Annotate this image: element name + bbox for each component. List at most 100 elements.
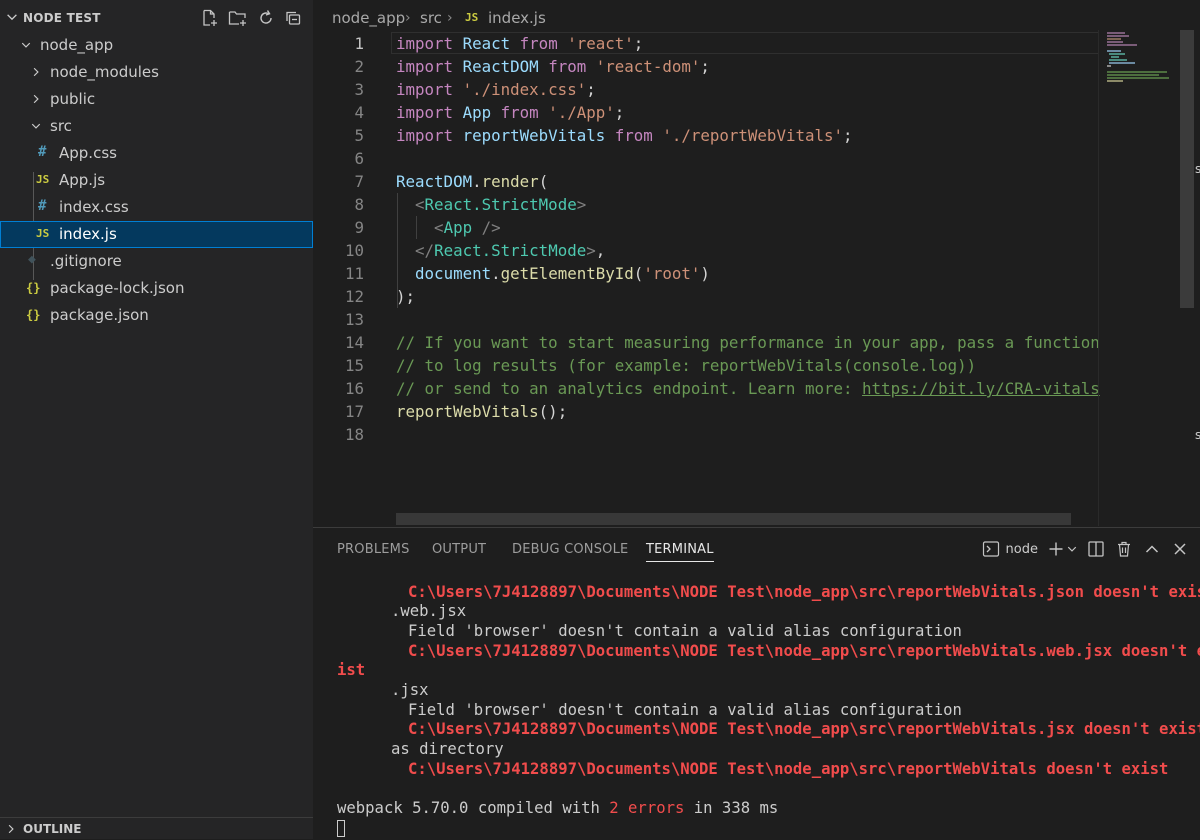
tree-file-app-js[interactable]: JS App.js [0,167,313,194]
minimap-line [1107,80,1123,82]
code-token: reportWebVitals [396,402,539,421]
line-number: 5 [354,126,364,145]
line-number: 4 [354,103,364,122]
code-token: /> [481,218,501,237]
code-line[interactable]: 13 [313,308,1103,331]
tab-output[interactable]: OUTPUT [432,542,486,557]
chevron-down-icon [31,123,41,129]
terminal-selector[interactable]: node [982,540,1038,558]
code-line[interactable]: 17 reportWebVitals(); [313,400,1103,423]
code-line[interactable]: 11 document.getElementById('root') [313,262,1103,285]
js-file-icon: JS [465,11,479,24]
tree-folder-public[interactable]: public [0,86,313,113]
tree-file-app-css[interactable]: # App.css [0,140,313,167]
code-token: > [586,241,596,260]
code-text: import App from './App'; [396,101,624,124]
editor-vertical-scrollbar[interactable] [1180,30,1194,308]
collapse-all-icon[interactable] [283,7,305,29]
breadcrumb-item[interactable]: index.js [488,9,546,27]
code-text: <App /> [396,216,501,239]
tree-item-label: package.json [50,306,149,324]
json-file-icon: {} [26,281,41,295]
code-line[interactable]: 4 import App from './App'; [313,101,1103,124]
tree-file-gitignore[interactable]: ◆ .gitignore [0,248,313,275]
code-line[interactable]: 15 // to log results (for example: report… [313,354,1103,377]
line-number: 6 [354,149,364,168]
chevron-right-icon [8,824,14,834]
code-line[interactable]: 3 import './index.css'; [313,78,1103,101]
code-token: . [472,172,482,191]
code-token: App [443,218,482,237]
code-token: ReactDOM [462,57,549,76]
code-line[interactable]: 8 <React.StrictMode> [313,193,1103,216]
code-editor[interactable]: 1 import React from 'react'; 2 import React… [313,30,1200,526]
refresh-icon[interactable] [255,7,277,29]
code-line[interactable]: 7 ReactDOM.render( [313,170,1103,193]
code-line[interactable]: 9 <App /> [313,216,1103,239]
code-text: // to log results (for example: reportWe… [396,354,976,377]
minimap-line [1107,41,1123,43]
tab-debug-console[interactable]: DEBUG CONSOLE [512,542,628,557]
code-token: document [415,264,492,283]
terminal-line: C:\Users\7J4128897\Documents\NODE Test\n… [408,642,1200,660]
explorer-header[interactable]: NODE TEST [0,0,313,36]
code-line[interactable]: 5 import reportWebVitals from './reportWe… [313,124,1103,147]
tree-file-index-js[interactable]: JS index.js [0,221,313,248]
tree-folder-src[interactable]: src [0,113,313,140]
code-line[interactable]: 10 </React.StrictMode>, [313,239,1103,262]
code-line[interactable]: 1 import React from 'react'; [313,32,1103,55]
code-token: from [500,103,549,122]
chevron-right-icon: › [447,10,453,26]
code-line[interactable]: 12); [313,285,1103,308]
minimap-line [1107,71,1167,73]
maximize-icon[interactable] [1142,539,1162,559]
chevron-down-icon[interactable] [1066,539,1078,559]
code-token: < [434,218,444,237]
add-icon[interactable] [1046,539,1066,559]
code-token: > [576,195,587,214]
breadcrumb-item[interactable]: src [420,9,442,27]
code-token: getElementById [500,264,634,283]
code-token: React.StrictMode [434,241,587,260]
code-line[interactable]: 16 // or send to an analytics endpoint. L… [313,377,1103,400]
split-icon[interactable] [1086,539,1106,559]
breadcrumb-item[interactable]: node_app [332,9,405,27]
tree-file-index-css[interactable]: # index.css [0,194,313,221]
chevron-right-icon: › [405,10,411,26]
code-token: // If you want to start measuring perfor… [396,333,1100,352]
panel-toolbar: node [982,539,1190,559]
tree-folder-node-app[interactable]: node_app [0,32,313,59]
file-tree: node_app node_modules public src # App.c… [0,32,313,329]
code-text: document.getElementById('root') [396,262,710,285]
tree-folder-node-modules[interactable]: node_modules [0,59,313,86]
code-text: <React.StrictMode> [396,193,586,216]
bottom-panel: PROBLEMS OUTPUT DEBUG CONSOLE TERMINAL n… [313,527,1200,840]
new-file-icon[interactable] [199,7,221,29]
code-line[interactable]: 2 import ReactDOM from 'react-dom'; [313,55,1103,78]
minimap[interactable] [1098,30,1184,526]
tree-file-package-json[interactable]: {} package.json [0,302,313,329]
line-number: 8 [354,195,364,214]
new-folder-icon[interactable] [227,7,249,29]
code-line[interactable]: 6 [313,147,1103,170]
code-token: // or send to an analytics endpoint. Lea… [396,379,863,398]
close-icon[interactable] [1170,539,1190,559]
tab-terminal[interactable]: TERMINAL [646,542,714,562]
code-line[interactable]: 14 // If you want to start measuring perf… [313,331,1103,354]
tree-item-label: public [50,90,96,108]
code-token: import [396,57,463,76]
code-text: ); [396,285,415,308]
code-text: import ReactDOM from 'react-dom'; [396,55,710,78]
code-token: React.StrictMode [424,195,577,214]
tab-problems[interactable]: PROBLEMS [337,542,410,557]
code-line[interactable]: 18 [313,423,1103,446]
trash-icon[interactable] [1114,539,1134,559]
outline-section-header[interactable]: OUTLINE [0,817,313,839]
code-text: // or send to an analytics endpoint. Lea… [396,377,1100,400]
editor-horizontal-scrollbar[interactable] [396,513,1071,525]
terminal-line: C:\Users\7J4128897\Documents\NODE Test\n… [408,583,1200,601]
terminal-line: C:\Users\7J4128897\Documents\NODE Test\n… [408,720,1200,738]
tree-file-package-lock-json[interactable]: {} package-lock.json [0,275,313,302]
code-token: ( [538,172,549,191]
chevron-down-icon[interactable] [5,10,19,24]
